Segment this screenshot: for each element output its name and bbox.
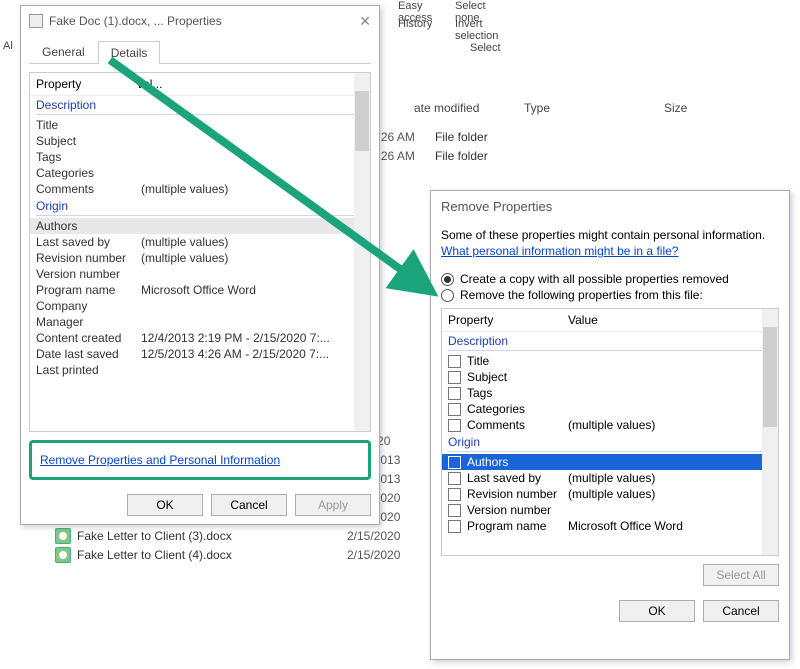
prop-content-created[interactable]: Content created12/4/2013 2:19 PM - 2/15/…: [30, 330, 370, 346]
remove-prop-tags[interactable]: Tags: [442, 385, 778, 401]
col-type[interactable]: Type: [520, 95, 660, 125]
group-origin: Origin: [30, 197, 370, 215]
radio-on-icon[interactable]: [441, 273, 454, 286]
checkbox[interactable]: [448, 472, 461, 485]
remove-properties-title: Remove Properties: [441, 199, 779, 214]
properties-header-row[interactable]: Property Val...: [30, 73, 370, 96]
scroll-thumb[interactable]: [355, 91, 369, 151]
prop-version[interactable]: Version number: [30, 266, 370, 282]
remove-info-text: Some of these properties might contain p…: [441, 228, 779, 242]
col-date-modified[interactable]: ate modified: [410, 95, 520, 125]
col-value[interactable]: Val...: [136, 77, 162, 91]
remove-prop-program[interactable]: Program nameMicrosoft Office Word: [442, 518, 778, 534]
col-property[interactable]: Property: [36, 77, 136, 91]
prop-categories[interactable]: Categories: [30, 165, 370, 181]
checkbox[interactable]: [448, 520, 461, 533]
scrollbar[interactable]: [762, 309, 778, 555]
scroll-thumb[interactable]: [763, 327, 777, 427]
ok-button[interactable]: OK: [619, 600, 695, 622]
remove-prop-version[interactable]: Version number: [442, 502, 778, 518]
checkbox[interactable]: [448, 403, 461, 416]
tab-general[interactable]: General: [29, 40, 98, 63]
remove-prop-authors[interactable]: Authors: [442, 454, 778, 470]
remove-prop-comments[interactable]: Comments(multiple values): [442, 417, 778, 433]
prop-authors[interactable]: Authors: [30, 218, 370, 234]
checkbox[interactable]: [448, 504, 461, 517]
checkbox[interactable]: [448, 355, 461, 368]
prop-date-last-saved[interactable]: Date last saved12/5/2013 4:26 AM - 2/15/…: [30, 346, 370, 362]
radio-remove-following[interactable]: Remove the following properties from thi…: [441, 288, 779, 302]
prop-subject[interactable]: Subject: [30, 133, 370, 149]
col-property: Property: [448, 313, 568, 327]
group-origin: Origin: [442, 433, 778, 451]
select-group-label: Select: [470, 42, 501, 54]
remove-prop-last-saved-by[interactable]: Last saved by(multiple values): [442, 470, 778, 486]
prop-manager[interactable]: Manager: [30, 314, 370, 330]
checkbox[interactable]: [448, 371, 461, 384]
radio-off-icon[interactable]: [441, 289, 454, 302]
remove-properties-list[interactable]: Property Value Description Title Subject…: [441, 308, 779, 556]
checkbox[interactable]: [448, 387, 461, 400]
remove-prop-title[interactable]: Title: [442, 353, 778, 369]
word-doc-icon: [55, 547, 71, 563]
remove-list-header[interactable]: Property Value: [442, 309, 778, 332]
checkbox[interactable]: [448, 419, 461, 432]
scrollbar[interactable]: [354, 73, 370, 431]
col-size[interactable]: Size: [660, 95, 800, 125]
prop-last-printed[interactable]: Last printed: [30, 362, 370, 378]
remove-properties-dialog: Remove Properties Some of these properti…: [430, 190, 790, 660]
radio-create-copy[interactable]: Create a copy with all possible properti…: [441, 272, 779, 286]
checkbox[interactable]: [448, 456, 461, 469]
remove-properties-highlight: Remove Properties and Personal Informati…: [29, 440, 371, 480]
group-description: Description: [442, 332, 778, 350]
properties-title-text: Fake Doc (1).docx, ... Properties: [49, 14, 222, 28]
cancel-button[interactable]: Cancel: [703, 600, 779, 622]
invert-selection-button[interactable]: Invert selection: [455, 18, 498, 42]
cancel-button[interactable]: Cancel: [211, 494, 287, 516]
prop-title[interactable]: Title: [30, 117, 370, 133]
prop-tags[interactable]: Tags: [30, 149, 370, 165]
col-value: Value: [568, 313, 598, 327]
ok-button[interactable]: OK: [127, 494, 203, 516]
group-description: Description: [30, 96, 370, 114]
prop-last-saved-by[interactable]: Last saved by(multiple values): [30, 234, 370, 250]
prop-company[interactable]: Company: [30, 298, 370, 314]
document-icon: [29, 14, 43, 28]
prop-comments[interactable]: Comments(multiple values): [30, 181, 370, 197]
apply-button[interactable]: Apply: [295, 494, 371, 516]
select-all-button[interactable]: Select All: [703, 564, 779, 586]
remove-properties-link[interactable]: Remove Properties and Personal Informati…: [40, 453, 280, 467]
remove-prop-revision[interactable]: Revision number(multiple values): [442, 486, 778, 502]
properties-titlebar[interactable]: Fake Doc (1).docx, ... Properties ✕: [21, 6, 379, 36]
prop-program[interactable]: Program nameMicrosoft Office Word: [30, 282, 370, 298]
properties-list[interactable]: Property Val... Description Title Subjec…: [29, 72, 371, 432]
al-fragment: Al: [3, 40, 13, 52]
tab-details[interactable]: Details: [98, 41, 161, 64]
history-button[interactable]: History: [398, 18, 432, 30]
close-icon[interactable]: ✕: [359, 13, 371, 30]
tab-strip: General Details: [29, 40, 371, 64]
remove-prop-subject[interactable]: Subject: [442, 369, 778, 385]
checkbox[interactable]: [448, 488, 461, 501]
prop-revision[interactable]: Revision number(multiple values): [30, 250, 370, 266]
properties-dialog: Fake Doc (1).docx, ... Properties ✕ Gene…: [20, 5, 380, 525]
word-doc-icon: [55, 528, 71, 544]
what-personal-info-link[interactable]: What personal information might be in a …: [441, 244, 678, 258]
remove-prop-categories[interactable]: Categories: [442, 401, 778, 417]
